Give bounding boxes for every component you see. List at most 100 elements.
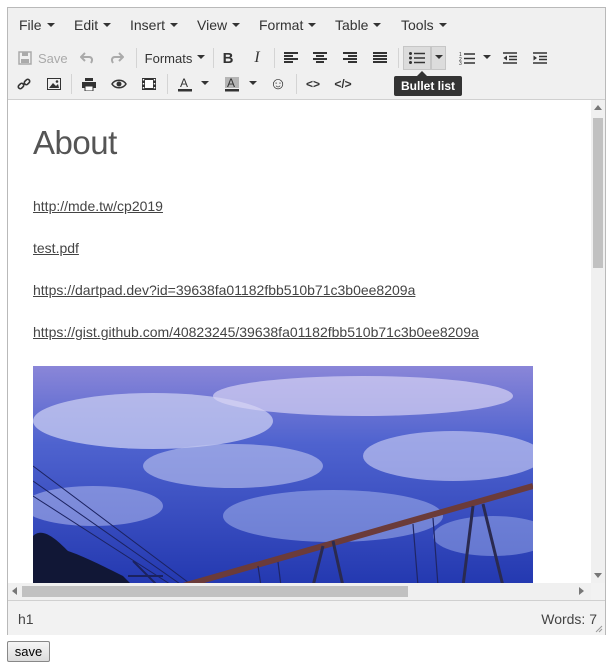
toolbar-divider [136, 48, 137, 68]
save-toolbar-button[interactable]: Save [15, 46, 71, 70]
save-button[interactable]: save [7, 641, 50, 662]
word-count: Words: 7 [541, 611, 597, 627]
svg-text:3: 3 [459, 61, 462, 65]
align-justify-button[interactable] [367, 46, 393, 70]
align-left-button[interactable] [278, 46, 304, 70]
menu-file[interactable]: File [19, 8, 55, 42]
menu-tools[interactable]: Tools [401, 8, 447, 42]
bold-icon: B [222, 49, 234, 67]
scroll-right-icon[interactable] [579, 587, 584, 595]
source-code-button[interactable]: </> [330, 72, 356, 96]
undo-button[interactable] [74, 46, 100, 70]
code-sample-button[interactable]: <> [300, 72, 326, 96]
toolbar-divider [213, 48, 214, 68]
menu-view-label: View [197, 17, 228, 33]
code-icon: <> [305, 77, 320, 91]
chevron-down-icon [201, 81, 209, 85]
menu-table[interactable]: Table [335, 8, 382, 42]
resize-handle-icon[interactable] [595, 625, 603, 633]
print-button[interactable] [76, 72, 102, 96]
link-mde[interactable]: http://mde.tw/cp2019 [33, 198, 163, 214]
outdent-button[interactable] [497, 46, 523, 70]
insert-media-button[interactable] [136, 72, 162, 96]
align-center-button[interactable] [307, 46, 333, 70]
vertical-scroll-thumb[interactable] [593, 118, 603, 268]
menu-tools-label: Tools [401, 17, 434, 33]
toolbar-divider [167, 74, 168, 94]
undo-icon [80, 52, 94, 64]
chevron-down-icon [249, 81, 257, 85]
horizontal-scrollbar[interactable] [8, 583, 591, 600]
link-gist[interactable]: https://gist.github.com/40823245/39638fa… [33, 324, 479, 340]
align-right-icon [343, 52, 357, 63]
menu-file-label: File [19, 17, 42, 33]
italic-icon: I [254, 49, 260, 66]
link-test-pdf[interactable]: test.pdf [33, 240, 79, 256]
toolbar-divider [296, 74, 297, 94]
redo-button[interactable] [104, 46, 130, 70]
menu-view[interactable]: View [197, 8, 241, 42]
text-color-icon: A [178, 77, 192, 91]
italic-button[interactable]: I [244, 46, 270, 70]
eye-icon [111, 79, 127, 89]
menu-insert-label: Insert [130, 17, 166, 33]
align-right-button[interactable] [337, 46, 363, 70]
chevron-down-icon [103, 23, 112, 28]
emoticons-button[interactable]: ☺ [265, 72, 291, 96]
link-icon [17, 78, 31, 90]
insert-link-button[interactable] [11, 72, 37, 96]
horizontal-scroll-thumb[interactable] [22, 586, 408, 597]
chevron-down-icon [438, 23, 447, 28]
background-color-icon: A [225, 76, 239, 91]
toolbar-divider [398, 48, 399, 68]
indent-button[interactable] [527, 46, 553, 70]
align-center-icon [313, 52, 327, 63]
indent-icon [533, 52, 547, 64]
bullet-list-dropdown[interactable] [431, 46, 446, 70]
menu-edit[interactable]: Edit [74, 8, 112, 42]
background-color-button[interactable]: A [219, 72, 245, 96]
film-icon [142, 78, 156, 90]
outdent-icon [503, 52, 517, 64]
align-left-icon [284, 52, 298, 63]
numbered-list-icon: 123 [459, 52, 475, 65]
bullet-list-tooltip: Bullet list [394, 71, 463, 96]
svg-text:A: A [227, 77, 235, 90]
menu-insert[interactable]: Insert [130, 8, 179, 42]
chevron-down-icon [434, 55, 443, 59]
numbered-list-button[interactable]: 123 [454, 46, 480, 70]
page-heading[interactable]: About [33, 124, 117, 162]
menu-format-label: Format [259, 17, 304, 33]
save-toolbar-label: Save [38, 50, 68, 66]
scroll-down-icon[interactable] [594, 573, 602, 578]
toolbar-divider [71, 74, 72, 94]
chevron-down-icon [232, 23, 241, 28]
sky-swing-photo[interactable] [33, 366, 533, 583]
element-path[interactable]: h1 [18, 611, 34, 627]
bullet-list-button[interactable] [403, 46, 431, 70]
toolbar-divider [274, 48, 275, 68]
text-color-button[interactable]: A [172, 72, 198, 96]
menu-bar: File Edit Insert View Format Table Tools [8, 8, 605, 42]
menu-format[interactable]: Format [259, 8, 317, 42]
link-dartpad[interactable]: https://dartpad.dev?id=39638fa01182fbb51… [33, 282, 415, 298]
text-color-dropdown[interactable] [198, 72, 212, 96]
numbered-list-dropdown[interactable] [480, 46, 494, 70]
insert-image-button[interactable] [41, 72, 67, 96]
rich-text-editor: File Edit Insert View Format Table Tools… [7, 7, 606, 635]
menu-table-label: Table [335, 17, 369, 33]
menu-edit-label: Edit [74, 17, 99, 33]
preview-button[interactable] [106, 72, 132, 96]
chevron-down-icon [308, 23, 317, 28]
scroll-up-icon[interactable] [594, 105, 602, 110]
formats-dropdown[interactable]: Formats [140, 46, 210, 70]
bold-button[interactable]: B [215, 46, 241, 70]
svg-text:A: A [180, 77, 188, 90]
chevron-down-icon [197, 55, 206, 59]
vertical-scrollbar[interactable] [591, 100, 605, 583]
editor-content[interactable]: About http://mde.tw/cp2019 test.pdf http… [8, 100, 591, 583]
background-color-dropdown[interactable] [246, 72, 260, 96]
image-icon [47, 78, 61, 90]
scroll-left-icon[interactable] [12, 587, 17, 595]
save-icon [18, 51, 32, 65]
